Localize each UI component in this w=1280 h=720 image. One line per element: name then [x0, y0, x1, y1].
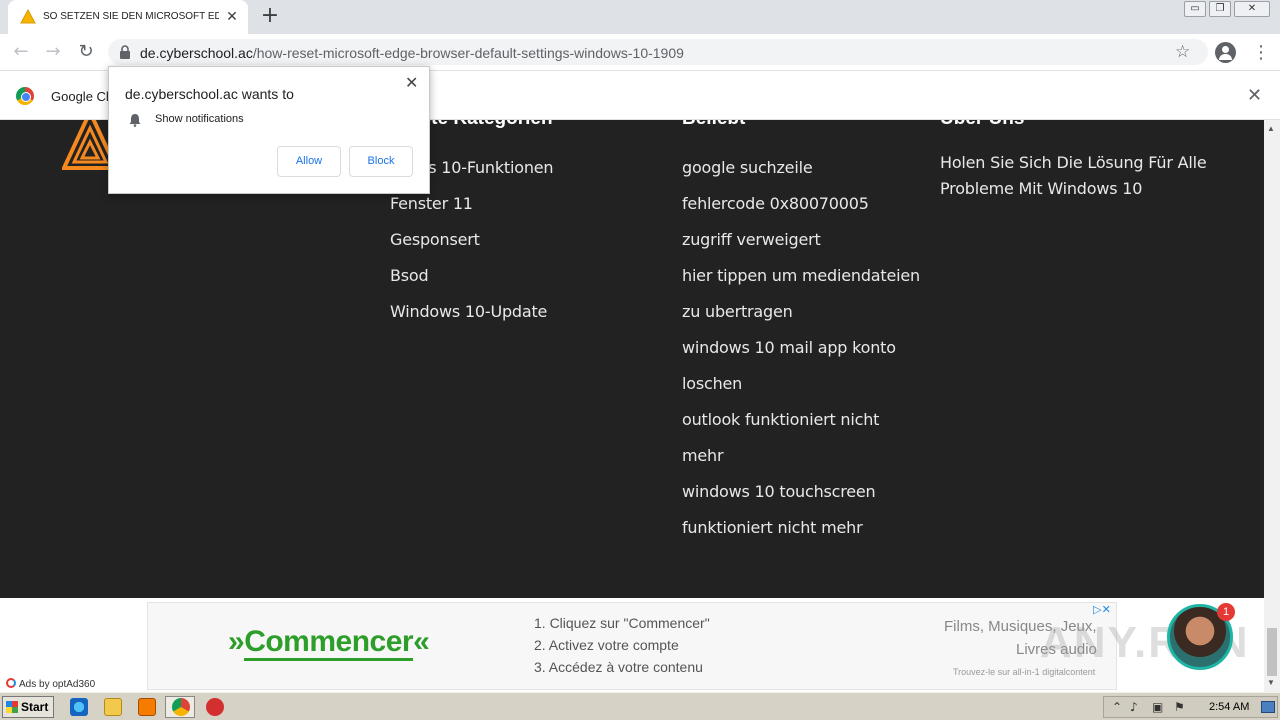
footer-link[interactable]: funktioniert nicht mehr [682, 518, 863, 537]
popular-heading: Beliebt [682, 120, 745, 130]
notification-permission-prompt: de.cyberschool.ac wants to ✕ Show notifi… [108, 66, 430, 194]
bookmark-star-icon[interactable]: ☆ [1175, 42, 1190, 62]
footer-link[interactable]: Fenster 11 [390, 194, 473, 213]
show-desktop-icon[interactable] [1261, 701, 1275, 713]
ad-choices-icon[interactable]: ▷✕ [1088, 603, 1116, 617]
scroll-down-icon[interactable]: ▼ [1267, 678, 1275, 687]
system-tray: ⌃ ♪ ▣ ⚑ 2:54 AM [1103, 696, 1278, 718]
footer-link[interactable]: Gesponsert [390, 230, 480, 249]
network-icon[interactable]: ▣ [1152, 700, 1163, 714]
menu-kebab-icon[interactable]: ⋮ [1252, 42, 1270, 63]
restore-button[interactable]: ❐ [1209, 1, 1231, 17]
tab-title: SO SETZEN SIE DEN MICROSOFT ED [43, 11, 219, 22]
internet-explorer-icon[interactable] [70, 698, 88, 716]
page-scrollbar[interactable]: ▲ ▼ [1264, 120, 1280, 692]
chrome-logo-icon [16, 87, 34, 105]
footer-link[interactable]: mehr [682, 446, 724, 465]
infobar-text: Google Ch [51, 89, 114, 104]
footer-link[interactable]: hier tippen um mediendateien [682, 266, 920, 285]
permission-text: Show notifications [155, 113, 244, 125]
ad-step: 3. Accédez à votre contenu [534, 659, 703, 675]
minimize-button[interactable]: ▭ [1184, 1, 1206, 17]
browser-tab[interactable]: SO SETZEN SIE DEN MICROSOFT ED ✕ [8, 0, 248, 34]
prompt-close-icon[interactable]: ✕ [405, 73, 418, 92]
new-tab-button[interactable]: + [259, 5, 281, 27]
about-text: Holen Sie Sich Die Lösung Für Alle Probl… [940, 153, 1207, 198]
tab-strip: SO SETZEN SIE DEN MICROSOFT ED ✕ + ▭ ❐ ✕ [0, 0, 1280, 34]
footer-link[interactable]: fehlercode 0x80070005 [682, 194, 869, 213]
clock[interactable]: 2:54 AM [1209, 701, 1249, 713]
optad-logo-icon [6, 678, 16, 688]
footer-link[interactable]: windows 10 touchscreen [682, 482, 876, 501]
footer-link[interactable]: outlook funktioniert nicht [682, 410, 879, 429]
footer-link[interactable]: windows 10 mail app konto [682, 338, 896, 357]
footer-link[interactable]: Windows 10-Update [390, 302, 547, 321]
lock-icon[interactable] [118, 45, 132, 59]
ads-by-label[interactable]: Ads by optAd360 [6, 678, 95, 690]
footer-link[interactable]: zu ubertragen [682, 302, 793, 321]
forward-icon[interactable]: → [42, 42, 64, 62]
back-icon[interactable]: ← [10, 42, 32, 62]
reload-icon[interactable]: ↻ [75, 42, 97, 62]
file-explorer-icon[interactable] [104, 698, 122, 716]
tab-close-icon[interactable]: ✕ [224, 8, 240, 24]
action-center-flag-icon[interactable]: ⚑ [1174, 700, 1185, 714]
taskbar-chrome-button[interactable] [165, 696, 195, 718]
scroll-thumb[interactable] [1267, 628, 1277, 676]
warning-icon [20, 9, 36, 24]
url-text[interactable]: de.cyberschool.ac/how-reset-microsoft-ed… [140, 45, 684, 61]
footer-link[interactable]: google suchzeile [682, 158, 813, 177]
start-button[interactable]: Start [2, 696, 54, 718]
windows-taskbar: Start ⌃ ♪ ▣ ⚑ 2:54 AM [0, 692, 1280, 720]
scroll-up-icon[interactable]: ▲ [1267, 124, 1275, 133]
media-player-icon[interactable] [138, 698, 156, 716]
ad-fineprint: Trouvez-le sur all-in-1 digitalcontent [953, 667, 1096, 677]
infobar-close-icon[interactable]: ✕ [1247, 85, 1262, 106]
windows-logo-icon [6, 701, 18, 713]
opera-icon[interactable] [206, 698, 224, 716]
notification-badge: 1 [1217, 603, 1235, 621]
footer-link[interactable]: loschen [682, 374, 742, 393]
ad-step: 2. Activez votre compte [534, 637, 679, 653]
ad-commencer-button[interactable]: »Commencer« [228, 625, 430, 661]
chrome-icon [172, 698, 190, 716]
block-button[interactable]: Block [349, 146, 413, 177]
volume-icon[interactable]: ♪ [1130, 700, 1138, 714]
ad-step: 1. Cliquez sur "Commencer" [534, 615, 710, 631]
prompt-title: de.cyberschool.ac wants to [125, 86, 294, 102]
address-bar[interactable]: de.cyberschool.ac/how-reset-microsoft-ed… [108, 39, 1208, 65]
allow-button[interactable]: Allow [277, 146, 341, 177]
account-icon[interactable] [1215, 42, 1236, 63]
tray-expand-icon[interactable]: ⌃ [1112, 700, 1122, 714]
ad-banner[interactable]: »Commencer« 1. Cliquez sur "Commencer" 2… [147, 602, 1117, 690]
about-heading: Über Uns [940, 120, 1024, 130]
browser-toolbar: ← → ↻ de.cyberschool.ac/how-reset-micros… [0, 34, 1280, 70]
bell-icon [129, 114, 141, 127]
close-window-button[interactable]: ✕ [1234, 1, 1270, 17]
footer-link[interactable]: zugriff verweigert [682, 230, 821, 249]
footer-link[interactable]: Bsod [390, 266, 429, 285]
